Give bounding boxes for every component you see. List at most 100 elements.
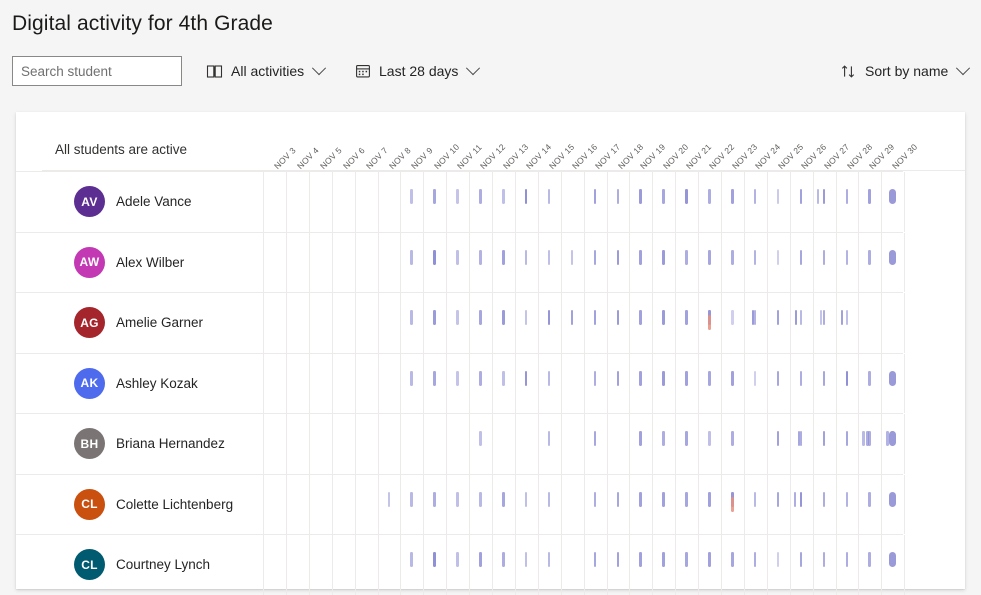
activity-mark[interactable] — [524, 189, 528, 204]
student-row[interactable]: AW Alex Wilber — [16, 231, 263, 293]
activity-mark[interactable] — [731, 249, 734, 265]
activity-mark[interactable] — [799, 370, 803, 386]
activity-mark[interactable] — [753, 310, 757, 325]
activity-mark[interactable] — [797, 431, 801, 446]
activity-mark[interactable] — [433, 552, 436, 567]
activity-mark[interactable] — [547, 552, 551, 567]
activity-mark[interactable] — [502, 370, 505, 386]
activity-mark[interactable] — [708, 189, 711, 204]
activity-mark[interactable] — [502, 491, 505, 507]
activity-summary-pill[interactable] — [889, 370, 897, 386]
activity-mark[interactable] — [753, 189, 757, 204]
activity-mark[interactable] — [479, 370, 482, 386]
activity-mark[interactable] — [593, 249, 597, 265]
activity-mark[interactable] — [862, 431, 865, 446]
activity-mark[interactable] — [479, 552, 482, 567]
search-input[interactable] — [12, 56, 182, 86]
activity-mark[interactable] — [799, 249, 803, 265]
activity-mark[interactable] — [685, 370, 688, 386]
activity-mark[interactable] — [456, 370, 459, 386]
date-range-filter-button[interactable]: Last 28 days — [355, 58, 481, 84]
activity-mark[interactable] — [753, 370, 757, 386]
activity-mark[interactable] — [799, 552, 803, 567]
activity-mark[interactable] — [524, 552, 528, 567]
activity-mark[interactable] — [845, 431, 848, 446]
student-row[interactable]: AV Adele Vance — [16, 171, 263, 232]
activity-mark[interactable] — [524, 491, 528, 507]
activity-mark[interactable] — [502, 552, 505, 567]
student-row[interactable]: CL Colette Lichtenberg — [16, 473, 263, 535]
activity-mark[interactable] — [845, 310, 848, 325]
activity-mark[interactable] — [799, 310, 803, 325]
activity-mark[interactable] — [776, 552, 780, 567]
activity-mark[interactable] — [731, 370, 734, 386]
activity-mark[interactable] — [776, 249, 780, 265]
activity-mark[interactable] — [662, 310, 665, 325]
activity-summary-pill[interactable] — [889, 491, 897, 507]
activity-mark[interactable] — [547, 189, 551, 204]
activity-mark[interactable] — [685, 189, 688, 204]
activity-mark[interactable] — [479, 310, 482, 325]
activity-mark[interactable] — [845, 491, 848, 507]
activity-mark[interactable] — [456, 552, 459, 567]
activity-mark[interactable] — [868, 370, 871, 386]
activity-mark[interactable] — [731, 310, 734, 325]
activity-mark[interactable] — [731, 431, 734, 446]
activity-mark[interactable] — [868, 491, 871, 507]
activity-mark[interactable] — [662, 189, 665, 204]
activity-mark[interactable] — [662, 370, 665, 386]
activity-mark[interactable] — [662, 491, 665, 507]
activity-mark[interactable] — [845, 370, 848, 386]
activity-mark[interactable] — [685, 552, 688, 567]
student-row[interactable]: BH Briana Hernandez — [16, 413, 263, 474]
activity-summary-pill[interactable] — [889, 249, 897, 265]
activity-mark[interactable] — [799, 189, 803, 204]
activity-mark[interactable] — [639, 249, 642, 265]
activity-mark[interactable] — [410, 370, 413, 386]
activity-mark[interactable] — [593, 431, 597, 446]
activity-mark[interactable] — [793, 491, 797, 507]
activity-mark[interactable] — [524, 370, 528, 386]
activity-mark[interactable] — [547, 370, 551, 386]
activity-mark[interactable] — [639, 552, 642, 567]
activity-alert-mark[interactable] — [708, 315, 711, 330]
activity-mark[interactable] — [794, 310, 798, 325]
activity-mark[interactable] — [708, 491, 711, 507]
activity-mark[interactable] — [570, 310, 574, 325]
activity-mark[interactable] — [479, 431, 482, 446]
activity-mark[interactable] — [593, 552, 597, 567]
activity-mark[interactable] — [731, 189, 734, 204]
activity-mark[interactable] — [410, 189, 413, 204]
activity-mark[interactable] — [639, 431, 642, 446]
activity-mark[interactable] — [822, 552, 826, 567]
activity-mark[interactable] — [524, 249, 528, 265]
activity-mark[interactable] — [868, 249, 871, 265]
activity-mark[interactable] — [685, 310, 688, 325]
activity-mark[interactable] — [593, 189, 597, 204]
activity-mark[interactable] — [524, 310, 528, 325]
activity-mark[interactable] — [753, 491, 757, 507]
activity-mark[interactable] — [822, 249, 826, 265]
activity-mark[interactable] — [822, 189, 826, 204]
activity-mark[interactable] — [776, 370, 780, 386]
activity-mark[interactable] — [616, 491, 619, 507]
activity-mark[interactable] — [822, 491, 826, 507]
activity-mark[interactable] — [639, 189, 642, 204]
activity-mark[interactable] — [776, 431, 780, 446]
activity-mark[interactable] — [639, 370, 642, 386]
activity-mark[interactable] — [845, 189, 848, 204]
activity-mark[interactable] — [708, 249, 711, 265]
activity-mark[interactable] — [616, 552, 619, 567]
activity-mark[interactable] — [456, 189, 459, 204]
activity-mark[interactable] — [822, 431, 826, 446]
activity-mark[interactable] — [685, 431, 688, 446]
activity-mark[interactable] — [868, 552, 871, 567]
activity-mark[interactable] — [433, 249, 436, 265]
activity-mark[interactable] — [570, 249, 574, 265]
activity-mark[interactable] — [819, 310, 823, 325]
activity-mark[interactable] — [502, 189, 505, 204]
activity-mark[interactable] — [433, 189, 436, 204]
activity-mark[interactable] — [479, 249, 482, 265]
activity-mark[interactable] — [479, 491, 482, 507]
activity-mark[interactable] — [547, 491, 551, 507]
